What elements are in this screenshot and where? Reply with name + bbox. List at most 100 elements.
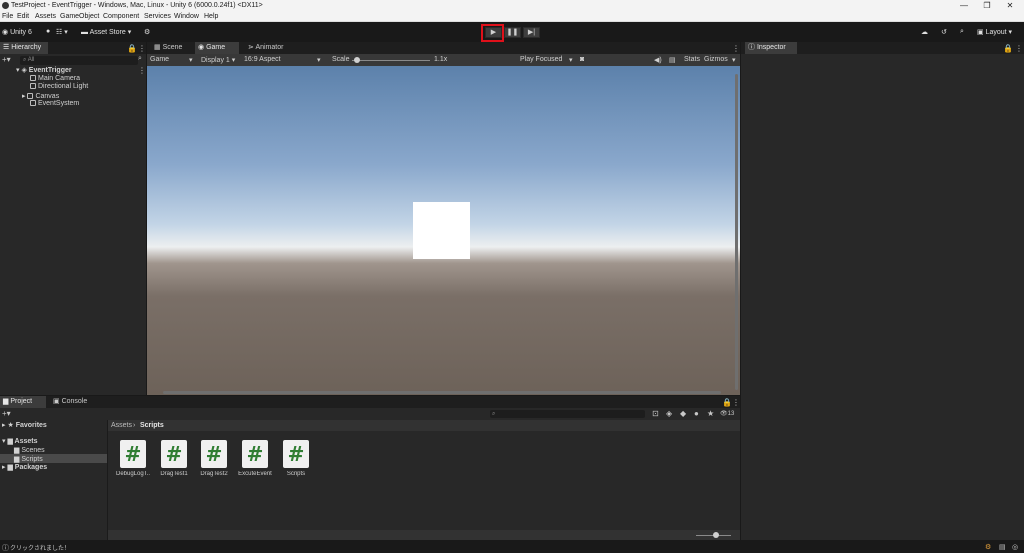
add-object-icon[interactable]: +▾	[2, 55, 11, 64]
search-by-type-icon[interactable]: ⊡	[652, 409, 659, 418]
unity-label: Unity 6	[10, 29, 32, 36]
search-icon[interactable]: ⌕	[960, 28, 964, 36]
hierarchy-tabbar: ☰ Hierarchy 🔒 ⋮	[0, 42, 146, 54]
center-panel-menu-icon[interactable]: ⋮	[732, 44, 740, 53]
game-view[interactable]	[147, 66, 740, 395]
breadcrumb-separator: ›	[133, 422, 136, 429]
favorite-star-icon[interactable]: ★	[707, 409, 714, 418]
cloud-icon[interactable]: ☁	[921, 28, 928, 36]
menu-window[interactable]: Window	[174, 13, 199, 20]
scene-root[interactable]: ▾ ◈ EventTrigger	[16, 66, 72, 74]
hierarchy-item-eventsystem[interactable]: EventSystem	[30, 100, 79, 107]
panel-menu-icon[interactable]: ⋮	[138, 44, 146, 53]
search-by-label-icon[interactable]: ◈	[666, 409, 672, 418]
scale-slider-thumb[interactable]	[354, 57, 360, 63]
collab-icon[interactable]: ☷ ▾	[56, 28, 68, 36]
layout-dropdown[interactable]: ▣ Layout ▾	[977, 28, 1012, 36]
lock-icon[interactable]: 🔒	[127, 44, 137, 53]
mute-icon[interactable]: ◙	[580, 56, 584, 63]
warning-icon[interactable]: ●	[694, 409, 699, 418]
gizmos-button[interactable]: Gizmos	[704, 56, 728, 63]
asset-debuglogt[interactable]: # DebugLogT...	[116, 440, 150, 477]
menu-component[interactable]: Component	[103, 13, 139, 20]
white-square-ui-image[interactable]	[413, 202, 470, 259]
hidden-count-value: 13	[727, 411, 735, 417]
inspector-menu-icon[interactable]: ⋮	[1015, 44, 1023, 53]
scene-menu-icon[interactable]: ⋮	[138, 66, 146, 75]
display-dropdown[interactable]: Display 1 ▾	[201, 56, 235, 64]
asset-scripts[interactable]: # Scripts	[279, 440, 313, 477]
asset-dragtest2[interactable]: # DragTest2	[197, 440, 231, 477]
csharp-script-icon: #	[201, 440, 227, 468]
gizmos-chevron-icon[interactable]: ▾	[732, 56, 736, 64]
game-mode-dropdown[interactable]: Game	[150, 56, 169, 63]
stats-button[interactable]: Stats	[684, 56, 700, 63]
tab-game[interactable]: ◉ Game	[195, 42, 239, 54]
menu-file[interactable]: File	[2, 13, 13, 20]
project-add-icon[interactable]: +▾	[2, 409, 11, 418]
hierarchy-item-label: EventSystem	[38, 100, 80, 107]
tab-inspector[interactable]: ⓘ Inspector	[745, 42, 797, 54]
menu-services[interactable]: Services	[144, 13, 171, 20]
search-filter-icon[interactable]: ⌕	[138, 55, 142, 63]
close-button[interactable]: ✕	[996, 0, 1024, 12]
step-button[interactable]: ▶|	[523, 27, 540, 38]
hierarchy-search-input[interactable]: ⌕ All	[20, 56, 138, 65]
settings-gear-icon[interactable]: ⚙	[144, 28, 150, 36]
status-message[interactable]: クリックされました！	[10, 543, 70, 552]
play-focused-chevron-icon[interactable]: ▾	[569, 56, 573, 64]
project-packages-folder[interactable]: ▸ ▆ Packages	[2, 463, 47, 471]
asset-dragtest1[interactable]: # DragTest1	[157, 440, 191, 477]
breadcrumb-assets[interactable]: Assets	[111, 422, 132, 429]
menu-assets[interactable]: Assets	[35, 13, 56, 20]
project-lock-icon[interactable]: 🔒	[722, 398, 732, 407]
hierarchy-item-main-camera[interactable]: Main Camera	[30, 75, 80, 82]
menu-bar: File Edit Assets GameObject Component Se…	[0, 12, 1024, 22]
aspect-dropdown[interactable]: 16:9 Aspect	[244, 56, 281, 63]
audio-icon[interactable]: ◀)	[654, 56, 662, 64]
menu-gameobject[interactable]: GameObject	[60, 13, 99, 20]
project-favorites[interactable]: ▸ ★ Favorites	[2, 421, 47, 429]
project-splitter[interactable]	[107, 420, 108, 540]
breadcrumb-scripts[interactable]: Scripts	[140, 422, 164, 429]
history-icon[interactable]: ↺	[941, 28, 947, 36]
scene-name: EventTrigger	[28, 67, 72, 74]
game-mode-chevron-icon[interactable]: ▾	[189, 56, 193, 64]
account-icon[interactable]: ●	[46, 28, 50, 35]
project-menu-icon[interactable]: ⋮	[732, 398, 740, 407]
asset-excuteevent[interactable]: # ExcuteEvent	[238, 440, 272, 477]
gameobject-icon	[30, 75, 36, 81]
progress-icon[interactable]: ⚙	[985, 543, 991, 551]
project-search-input[interactable]: ⌕	[490, 410, 645, 418]
hierarchy-search-row: +▾ ⌕ All ⌕	[0, 55, 146, 66]
tab-hierarchy[interactable]: ☰ Hierarchy	[0, 42, 48, 54]
tab-animator[interactable]: ⋗ Animator	[245, 42, 293, 54]
tab-console[interactable]: ▣ Console	[50, 396, 94, 408]
aspect-chevron-icon[interactable]: ▾	[317, 56, 321, 64]
menu-help[interactable]: Help	[204, 13, 218, 20]
check-icon[interactable]: ◎	[1012, 543, 1018, 551]
cache-server-icon[interactable]: ▤	[999, 543, 1006, 551]
tag-icon[interactable]: ◆	[680, 409, 686, 418]
game-view-horizontal-scrollbar[interactable]	[163, 391, 721, 394]
play-focused-dropdown[interactable]: Play Focused	[520, 56, 562, 63]
scale-slider-track[interactable]	[352, 60, 430, 61]
game-view-vertical-scrollbar[interactable]	[735, 74, 738, 390]
pause-button[interactable]: ❚❚	[504, 27, 521, 38]
tab-project[interactable]: ▆ Project	[0, 396, 46, 408]
hierarchy-item-label: Main Camera	[38, 75, 81, 82]
menu-edit[interactable]: Edit	[17, 13, 29, 20]
window-title-bar: TestProject - EventTrigger - Windows, Ma…	[0, 0, 1024, 12]
hierarchy-item-canvas[interactable]: ▸ Canvas	[22, 92, 59, 100]
shortcut-icon[interactable]: ▤	[669, 56, 676, 64]
tab-scene[interactable]: ▦ Scene	[151, 42, 193, 54]
inspector-lock-icon[interactable]: 🔒	[1003, 44, 1013, 53]
hidden-packages-count[interactable]: 👁13	[720, 410, 734, 417]
unity-account-button[interactable]: ◉ Unity 6	[2, 28, 32, 36]
project-scripts-folder[interactable]: ▆ Scripts	[14, 455, 43, 463]
project-scenes-folder[interactable]: ▆ Scenes	[14, 446, 45, 454]
icon-size-slider-thumb[interactable]	[713, 532, 719, 538]
project-assets-folder[interactable]: ▾ ▆ Assets	[2, 437, 38, 445]
asset-store-button[interactable]: ▬ Asset Store ▾	[81, 28, 131, 36]
hierarchy-item-directional-light[interactable]: Directional Light	[30, 83, 88, 90]
